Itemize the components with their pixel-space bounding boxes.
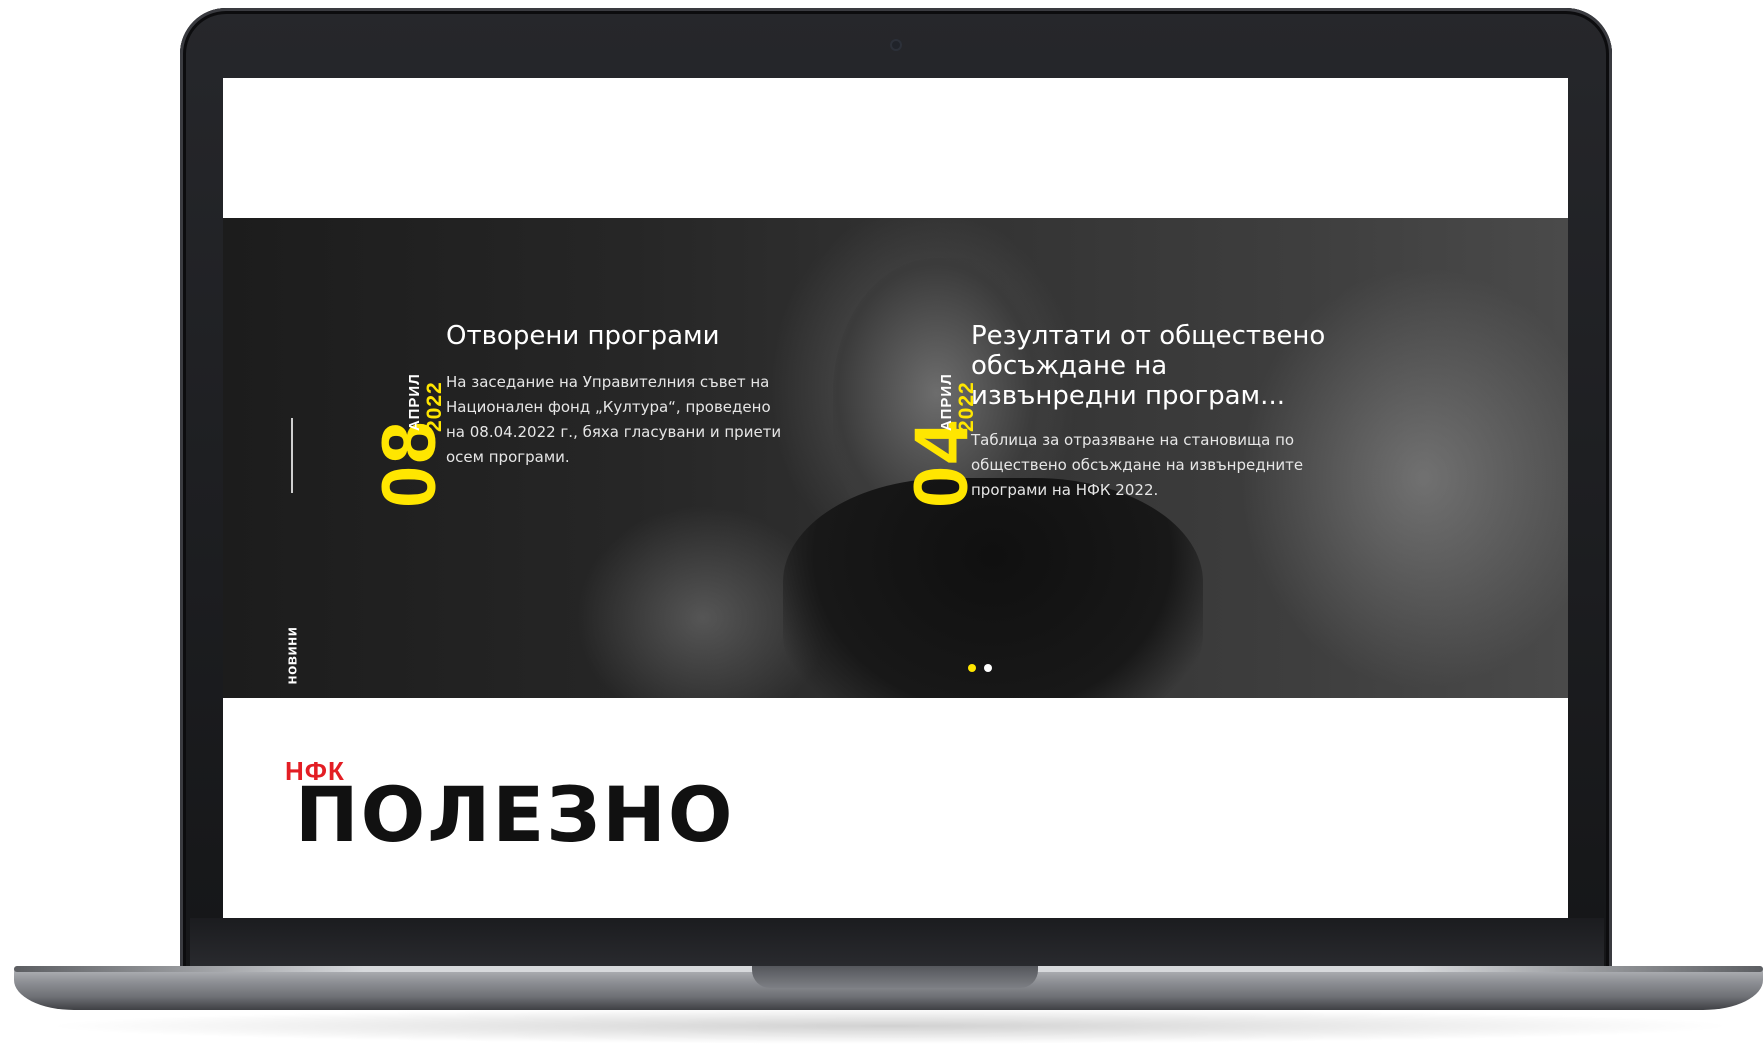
website-screen: новини 08 АПРИЛ 2022 Отворени програми Н…	[223, 78, 1568, 918]
news-date-1: 08 АПРИЛ 2022	[363, 328, 458, 538]
carousel-dots	[968, 664, 1008, 674]
camera-icon	[890, 39, 902, 51]
section-label-text: новини	[283, 626, 301, 685]
laptop-shadow	[40, 1008, 1740, 1044]
laptop-bezel	[190, 918, 1604, 970]
laptop-mockup: новини 08 АПРИЛ 2022 Отворени програми Н…	[0, 0, 1763, 1059]
laptop-notch	[752, 966, 1038, 988]
site-header	[223, 78, 1568, 218]
news-text-1: На заседание на Управителния съвет на На…	[446, 373, 782, 466]
carousel-dot-active[interactable]	[968, 664, 976, 672]
news-title-2[interactable]: Резултати от обществено обсъждане на изв…	[971, 321, 1331, 411]
carousel-dot[interactable]	[984, 664, 992, 672]
news-text-2: Таблица за отразяване на становища по об…	[971, 431, 1304, 499]
section-label: новини	[281, 613, 301, 698]
news-slider: новини 08 АПРИЛ 2022 Отворени програми Н…	[223, 218, 1568, 698]
news-title-1[interactable]: Отворени програми	[446, 321, 776, 351]
news-year-1: 2022	[423, 381, 446, 432]
side-divider	[291, 418, 293, 493]
useful-title: ПОЛЕЗНО	[295, 770, 735, 859]
